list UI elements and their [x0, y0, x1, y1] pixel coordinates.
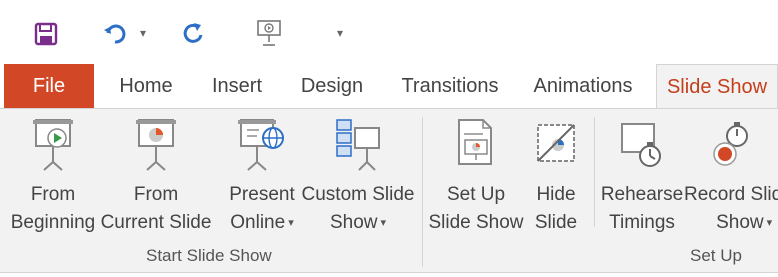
tab-transitions[interactable]: Transitions: [392, 64, 508, 108]
tab-design[interactable]: Design: [292, 64, 372, 108]
save-icon[interactable]: [32, 20, 60, 48]
custom-slide-show-button[interactable]: Custom Slide Show ▾: [300, 117, 416, 237]
custom-slide-show-label: Custom Slide Show ▾: [301, 184, 415, 234]
tab-home[interactable]: Home: [110, 64, 182, 108]
dropdown-caret-icon: ▾: [380, 217, 387, 229]
from-beginning-button[interactable]: From Beginning: [8, 117, 98, 237]
presentation-play-icon: [28, 117, 78, 175]
present-online-button[interactable]: Present Online ▾: [226, 117, 298, 237]
tab-file[interactable]: File: [4, 64, 94, 108]
presentation-chart-icon: [131, 117, 181, 175]
group-separator: [422, 117, 423, 267]
ribbon-panel: From Beginning From Current Slide Presen…: [0, 108, 778, 273]
hide-slide-label: Hide Slide: [534, 184, 578, 233]
record-slide-show-button[interactable]: Record Slid Show ▾: [684, 117, 778, 237]
repeat-icon[interactable]: [178, 19, 208, 49]
group-label-set-up: Set Up: [690, 246, 742, 265]
rehearse-timings-label: Rehearse Timings: [600, 184, 684, 233]
undo-dropdown-icon[interactable]: ▾: [136, 22, 150, 44]
customize-toolbar-icon[interactable]: ▾: [330, 22, 350, 44]
undo-icon[interactable]: [100, 19, 130, 49]
rehearse-timer-icon: [617, 117, 667, 175]
hide-slide-icon: [531, 117, 581, 175]
set-up-slide-show-button[interactable]: Set Up Slide Show: [428, 117, 524, 237]
tab-insert[interactable]: Insert: [202, 64, 272, 108]
globe-presentation-icon: [237, 117, 287, 175]
dropdown-caret-icon: ▾: [766, 217, 773, 229]
setup-show-icon: [451, 117, 501, 175]
hide-slide-button[interactable]: Hide Slide: [528, 117, 584, 237]
from-beginning-label: From Beginning: [10, 184, 96, 233]
tab-animations[interactable]: Animations: [526, 64, 640, 108]
ribbon-tab-bar: File Home Insert Design Transitions Anim…: [0, 64, 778, 109]
group-label-start-slide-show: Start Slide Show: [146, 246, 272, 265]
record-slide-show-label: Record Slid Show ▾: [684, 184, 778, 234]
from-current-slide-label: From Current Slide: [100, 184, 212, 233]
tab-slide-show[interactable]: Slide Show: [656, 64, 778, 109]
set-up-slide-show-label: Set Up Slide Show: [428, 184, 524, 233]
dropdown-caret-icon: ▾: [288, 217, 294, 229]
record-icon: [706, 117, 756, 175]
start-from-beginning-icon[interactable]: [252, 16, 286, 50]
custom-show-icon: [333, 117, 383, 175]
button-separator: [594, 117, 595, 227]
from-current-slide-button[interactable]: From Current Slide: [100, 117, 212, 237]
rehearse-timings-button[interactable]: Rehearse Timings: [600, 117, 684, 237]
present-online-label: Present Online ▾: [229, 184, 295, 234]
quick-access-toolbar: ▾ ▾: [0, 0, 778, 64]
